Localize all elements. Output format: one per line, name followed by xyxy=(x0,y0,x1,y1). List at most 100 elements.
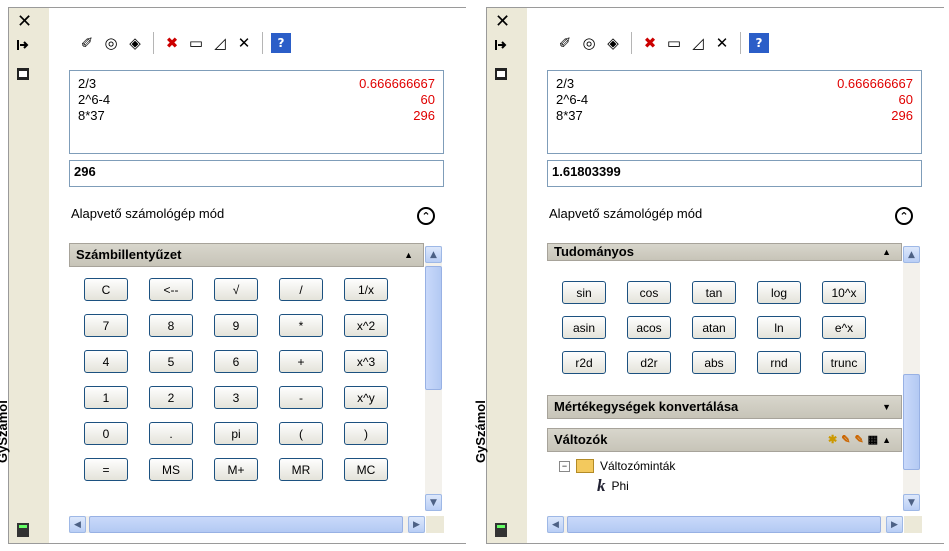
triangle-icon[interactable]: ◿ xyxy=(688,33,708,53)
key-memory-clear[interactable]: MC xyxy=(344,458,388,481)
history-area[interactable]: 2/3 0.666666667 2^6-4 60 8*37 296 xyxy=(69,70,444,154)
horizontal-scrollbar[interactable]: ◀ ▶ xyxy=(547,516,903,533)
scroll-thumb[interactable] xyxy=(903,374,920,470)
key-equals[interactable]: = xyxy=(84,458,128,481)
key-memory-recall[interactable]: MR xyxy=(279,458,323,481)
key-cos[interactable]: cos xyxy=(627,281,671,304)
key-sin[interactable]: sin xyxy=(562,281,606,304)
key-rnd[interactable]: rnd xyxy=(757,351,801,374)
new-variable-icon[interactable]: ✱ xyxy=(828,429,837,451)
collapse-icon[interactable]: ⌃ xyxy=(417,207,435,225)
key-backspace[interactable]: <-- xyxy=(149,278,193,301)
key-trunc[interactable]: trunc xyxy=(822,351,866,374)
properties-icon[interactable] xyxy=(495,68,507,80)
intersection-icon[interactable]: ✕ xyxy=(234,33,254,53)
angle-icon[interactable]: ◈ xyxy=(603,33,623,53)
scroll-thumb[interactable] xyxy=(567,516,881,533)
key-0[interactable]: 0 xyxy=(84,422,128,445)
vertical-scrollbar[interactable]: ▲ ▼ xyxy=(425,246,442,511)
key-acos[interactable]: acos xyxy=(627,316,671,339)
collapse-icon[interactable]: ⌃ xyxy=(895,207,913,225)
edit-variable-icon[interactable]: ✎ xyxy=(841,429,850,451)
key-2[interactable]: 2 xyxy=(149,386,193,409)
palette-titlebar[interactable]: ✕ GySzámol xyxy=(0,8,49,543)
scroll-thumb[interactable] xyxy=(89,516,403,533)
units-header[interactable]: Mértékegységek konvertálása ▼ xyxy=(547,395,902,419)
key-asin[interactable]: asin xyxy=(562,316,606,339)
triangle-icon[interactable]: ◿ xyxy=(210,33,230,53)
key-abs[interactable]: abs xyxy=(692,351,736,374)
key-memory-add[interactable]: M+ xyxy=(214,458,258,481)
key-5[interactable]: 5 xyxy=(149,350,193,373)
key-reciprocal[interactable]: 1/x xyxy=(344,278,388,301)
horizontal-scrollbar[interactable]: ◀ ▶ xyxy=(69,516,425,533)
key-log[interactable]: log xyxy=(757,281,801,304)
help-icon[interactable]: ? xyxy=(271,33,291,53)
history-row[interactable]: 8*37 296 xyxy=(556,108,913,124)
vertical-scrollbar[interactable]: ▲ ▼ xyxy=(903,246,920,511)
expression-input[interactable]: 296 xyxy=(69,160,444,187)
close-icon[interactable]: ✕ xyxy=(495,11,510,32)
scroll-left-icon[interactable]: ◀ xyxy=(69,516,86,533)
select-object-icon[interactable]: ✖ xyxy=(640,33,660,53)
key-ten-power[interactable]: 10^x xyxy=(822,281,866,304)
expression-input[interactable]: 1.61803399 xyxy=(547,160,922,187)
calculator-icon[interactable]: ▦ xyxy=(868,429,878,451)
history-row[interactable]: 2^6-4 60 xyxy=(556,92,913,108)
scroll-right-icon[interactable]: ▶ xyxy=(408,516,425,533)
key-r2d[interactable]: r2d xyxy=(562,351,606,374)
history-row[interactable]: 2/3 0.666666667 xyxy=(78,76,435,92)
collapse-arrow-icon[interactable]: ▲ xyxy=(404,244,413,266)
key-open-paren[interactable]: ( xyxy=(279,422,323,445)
scroll-thumb[interactable] xyxy=(425,266,442,390)
scroll-down-icon[interactable]: ▼ xyxy=(425,494,442,511)
key-plus[interactable]: + xyxy=(279,350,323,373)
eraser-icon[interactable]: ✐ xyxy=(555,33,575,53)
key-clear[interactable]: C xyxy=(84,278,128,301)
collapse-node-icon[interactable]: − xyxy=(559,460,570,472)
key-tan[interactable]: tan xyxy=(692,281,736,304)
key-close-paren[interactable]: ) xyxy=(344,422,388,445)
expand-arrow-icon[interactable]: ▼ xyxy=(882,396,891,418)
close-icon[interactable]: ✕ xyxy=(17,11,32,32)
scientific-header[interactable]: Tudományos ▲ xyxy=(547,243,902,261)
key-3[interactable]: 3 xyxy=(214,386,258,409)
tree-folder[interactable]: − Változóminták xyxy=(553,456,902,476)
history-row[interactable]: 8*37 296 xyxy=(78,108,435,124)
history-row[interactable]: 2^6-4 60 xyxy=(78,92,435,108)
key-d2r[interactable]: d2r xyxy=(627,351,671,374)
point-icon[interactable]: ◎ xyxy=(101,33,121,53)
collapse-arrow-icon[interactable]: ▲ xyxy=(882,429,891,451)
key-cube[interactable]: x^3 xyxy=(344,350,388,373)
key-divide[interactable]: / xyxy=(279,278,323,301)
key-decimal[interactable]: . xyxy=(149,422,193,445)
key-multiply[interactable]: * xyxy=(279,314,323,337)
key-4[interactable]: 4 xyxy=(84,350,128,373)
key-minus[interactable]: - xyxy=(279,386,323,409)
scroll-up-icon[interactable]: ▲ xyxy=(425,246,442,263)
key-square[interactable]: x^2 xyxy=(344,314,388,337)
angle-icon[interactable]: ◈ xyxy=(125,33,145,53)
autohide-icon[interactable] xyxy=(495,39,507,51)
scroll-up-icon[interactable]: ▲ xyxy=(903,246,920,263)
point-icon[interactable]: ◎ xyxy=(579,33,599,53)
key-pi[interactable]: pi xyxy=(214,422,258,445)
history-row[interactable]: 2/3 0.666666667 xyxy=(556,76,913,92)
key-7[interactable]: 7 xyxy=(84,314,128,337)
properties-icon[interactable] xyxy=(17,68,29,80)
eraser-icon[interactable]: ✐ xyxy=(77,33,97,53)
key-9[interactable]: 9 xyxy=(214,314,258,337)
key-8[interactable]: 8 xyxy=(149,314,193,337)
key-ln[interactable]: ln xyxy=(757,316,801,339)
tree-item[interactable]: k Phi xyxy=(553,476,902,496)
distance-icon[interactable]: ▭ xyxy=(664,33,684,53)
intersection-icon[interactable]: ✕ xyxy=(712,33,732,53)
delete-variable-icon[interactable]: ✎ xyxy=(854,429,863,451)
scroll-left-icon[interactable]: ◀ xyxy=(547,516,564,533)
key-sqrt[interactable]: √ xyxy=(214,278,258,301)
key-exp[interactable]: e^x xyxy=(822,316,866,339)
key-6[interactable]: 6 xyxy=(214,350,258,373)
scroll-right-icon[interactable]: ▶ xyxy=(886,516,903,533)
variables-header[interactable]: Változók ✱ ✎ ✎ ▦ ▲ xyxy=(547,428,902,452)
palette-titlebar[interactable]: ✕ GySzámol xyxy=(473,8,527,543)
